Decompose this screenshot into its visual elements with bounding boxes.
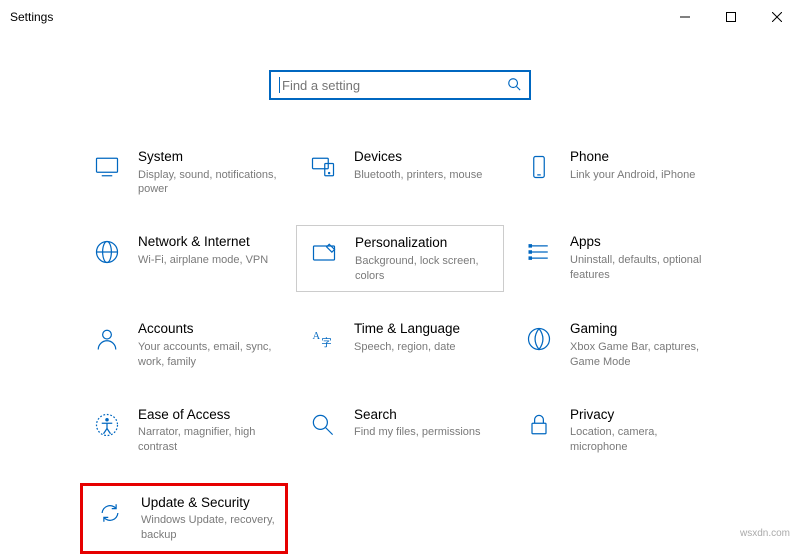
gaming-icon	[522, 322, 556, 356]
settings-grid: System Display, sound, notifications, po…	[80, 140, 720, 554]
close-icon	[772, 12, 782, 22]
close-button[interactable]	[754, 0, 800, 34]
search-input[interactable]	[269, 70, 531, 100]
tile-title: Update & Security	[141, 494, 275, 512]
tile-title: Gaming	[570, 320, 710, 338]
tile-update-security[interactable]: Update & Security Windows Update, recove…	[80, 483, 288, 554]
tile-gaming[interactable]: Gaming Xbox Game Bar, captures, Game Mod…	[512, 312, 720, 377]
tile-desc: Location, camera, microphone	[570, 425, 710, 455]
privacy-icon	[522, 408, 556, 442]
maximize-button[interactable]	[708, 0, 754, 34]
watermark: wsxdn.com	[740, 528, 790, 539]
tile-desc: Uninstall, defaults, optional features	[570, 253, 710, 283]
tile-title: Time & Language	[354, 320, 494, 338]
tile-desc: Link your Android, iPhone	[570, 168, 710, 183]
minimize-icon	[680, 12, 690, 22]
tile-network[interactable]: Network & Internet Wi-Fi, airplane mode,…	[80, 225, 288, 292]
tile-desc: Windows Update, recovery, backup	[141, 513, 275, 543]
tile-desc: Bluetooth, printers, mouse	[354, 168, 494, 183]
tile-apps[interactable]: Apps Uninstall, defaults, optional featu…	[512, 225, 720, 292]
tile-personalization[interactable]: Personalization Background, lock screen,…	[296, 225, 504, 292]
window-controls	[662, 0, 800, 34]
tile-title: Ease of Access	[138, 406, 278, 424]
tile-title: Network & Internet	[138, 233, 278, 251]
tile-desc: Background, lock screen, colors	[355, 254, 493, 284]
svg-text:字: 字	[321, 336, 332, 349]
tile-devices[interactable]: Devices Bluetooth, printers, mouse	[296, 140, 504, 205]
tile-time-language[interactable]: A字 Time & Language Speech, region, date	[296, 312, 504, 377]
update-security-icon	[93, 496, 127, 530]
tile-ease-of-access[interactable]: Ease of Access Narrator, magnifier, high…	[80, 398, 288, 463]
text-cursor	[279, 77, 280, 93]
apps-icon	[522, 235, 556, 269]
maximize-icon	[726, 12, 736, 22]
tile-title: Privacy	[570, 406, 710, 424]
search-container	[0, 70, 800, 100]
tile-desc: Xbox Game Bar, captures, Game Mode	[570, 340, 710, 370]
tile-title: Search	[354, 406, 494, 424]
tile-title: Apps	[570, 233, 710, 251]
titlebar: Settings	[0, 0, 800, 34]
tile-title: Accounts	[138, 320, 278, 338]
tile-desc: Narrator, magnifier, high contrast	[138, 425, 278, 455]
minimize-button[interactable]	[662, 0, 708, 34]
tile-desc: Speech, region, date	[354, 340, 494, 355]
tile-title: Devices	[354, 148, 494, 166]
system-icon	[90, 150, 124, 184]
accounts-icon	[90, 322, 124, 356]
phone-icon	[522, 150, 556, 184]
tile-system[interactable]: System Display, sound, notifications, po…	[80, 140, 288, 205]
tile-desc: Find my files, permissions	[354, 425, 494, 440]
tile-title: Personalization	[355, 234, 493, 252]
ease-of-access-icon	[90, 408, 124, 442]
tile-accounts[interactable]: Accounts Your accounts, email, sync, wor…	[80, 312, 288, 377]
search-field[interactable]	[282, 78, 507, 93]
tile-desc: Your accounts, email, sync, work, family	[138, 340, 278, 370]
svg-text:A: A	[313, 331, 321, 342]
tile-desc: Display, sound, notifications, power	[138, 168, 278, 198]
time-language-icon: A字	[306, 322, 340, 356]
search-category-icon	[306, 408, 340, 442]
tile-search[interactable]: Search Find my files, permissions	[296, 398, 504, 463]
tile-privacy[interactable]: Privacy Location, camera, microphone	[512, 398, 720, 463]
tile-desc: Wi-Fi, airplane mode, VPN	[138, 253, 278, 268]
tile-title: Phone	[570, 148, 710, 166]
network-icon	[90, 235, 124, 269]
personalization-icon	[307, 236, 341, 270]
devices-icon	[306, 150, 340, 184]
tile-phone[interactable]: Phone Link your Android, iPhone	[512, 140, 720, 205]
search-icon	[507, 77, 521, 94]
window-title: Settings	[10, 10, 53, 24]
tile-title: System	[138, 148, 278, 166]
